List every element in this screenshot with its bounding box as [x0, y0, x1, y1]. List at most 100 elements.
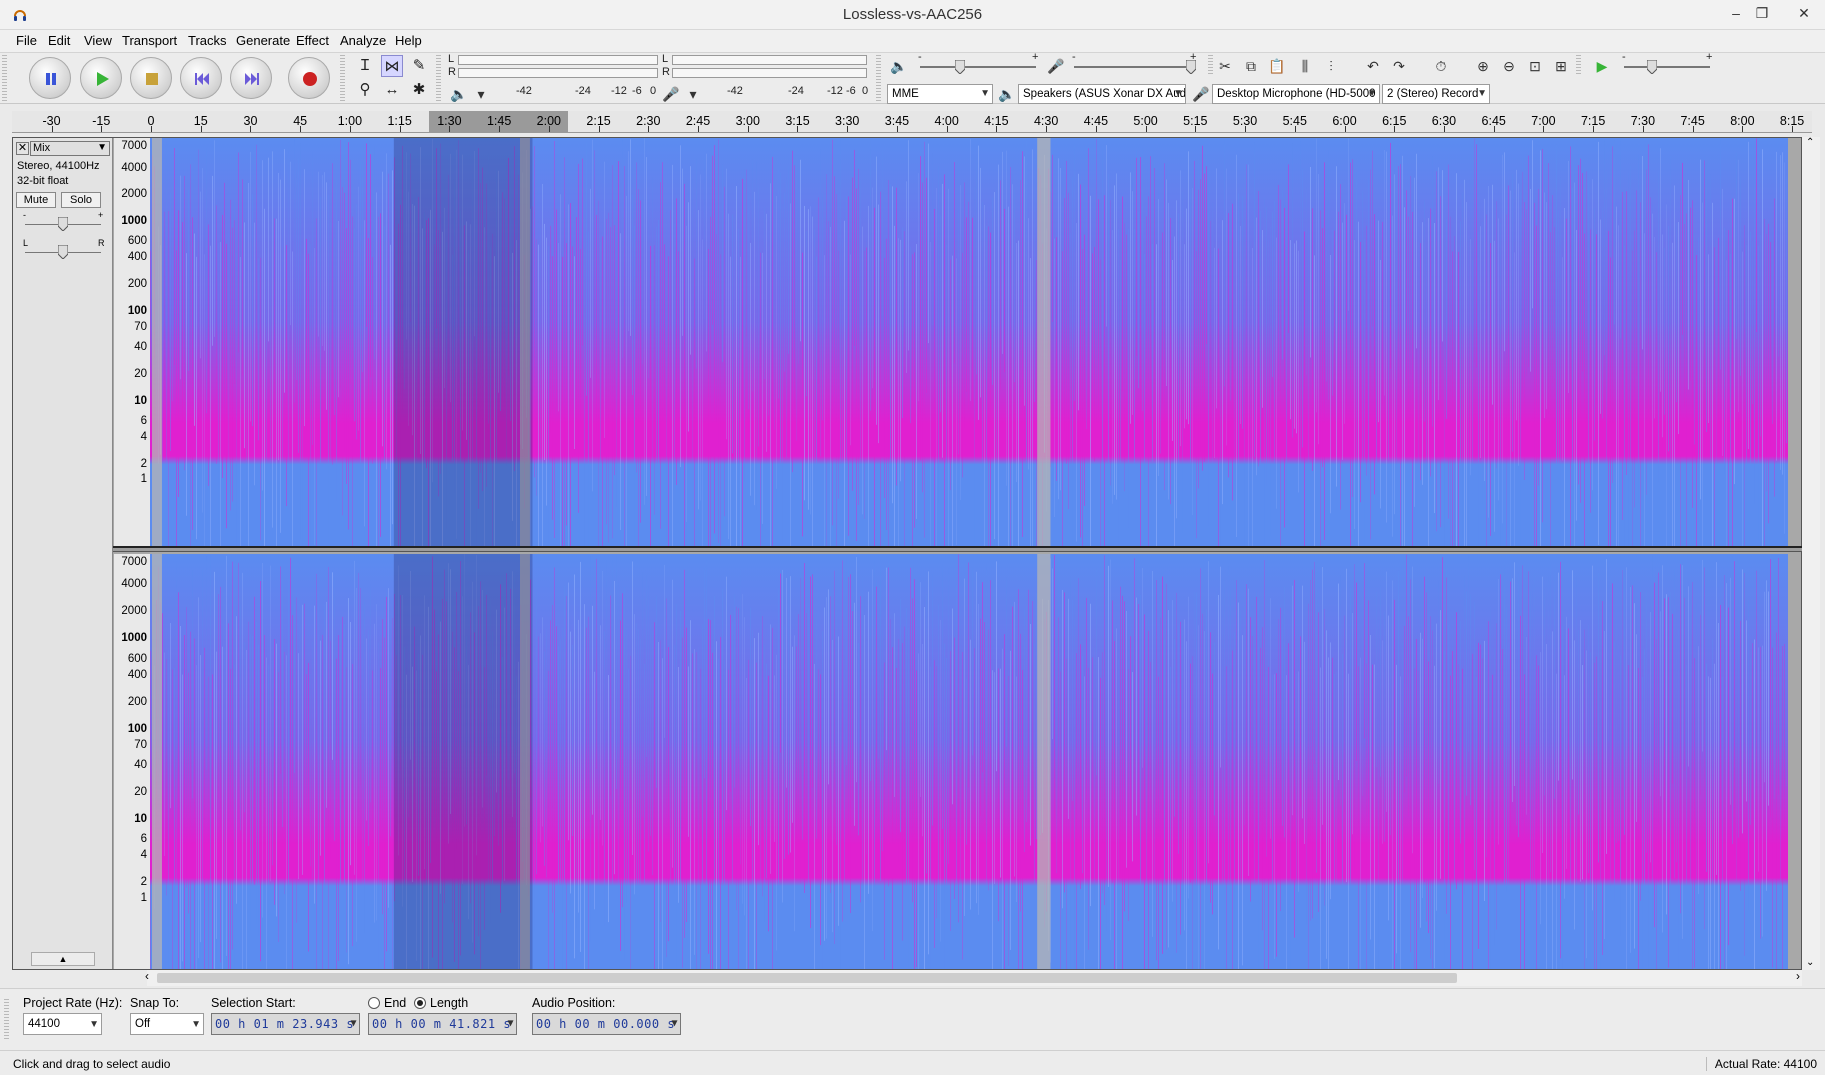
collapse-track-button[interactable]: ▲	[31, 952, 95, 966]
menu-view[interactable]: View	[84, 33, 112, 48]
trim-icon[interactable]: ⫼	[1294, 55, 1316, 77]
track-close-button[interactable]: ✕	[16, 142, 29, 155]
frequency-label: 70	[134, 321, 147, 333]
play-at-speed-icon[interactable]: ▶	[1591, 55, 1613, 77]
timeline-ruler[interactable]: -30 -15 0 15 30 45 1:00 1:15 1:30 1:45 2:00 2:15 2:3…	[12, 111, 1812, 133]
menu-edit[interactable]: Edit	[48, 33, 70, 48]
length-radio[interactable]	[414, 997, 426, 1009]
selection-tool[interactable]: Ｉ	[354, 55, 376, 77]
frequency-axis-right-channel[interactable]: 7000 4000 2000 1000 600 400 200 100 70 40 20 10 6 4 2 1	[114, 554, 150, 969]
project-rate-select[interactable]: 44100 ▼	[23, 1013, 102, 1035]
track-name-menu[interactable]: Mix ▼	[30, 141, 110, 156]
menu-file[interactable]: File	[16, 33, 37, 48]
frequency-label: 200	[127, 696, 147, 708]
record-meter-right[interactable]	[672, 68, 867, 78]
ruler-tick	[1294, 126, 1296, 132]
scroll-left-icon[interactable]: ‹	[145, 969, 149, 983]
record-button[interactable]	[288, 57, 330, 99]
menu-effect[interactable]: Effect	[296, 33, 329, 48]
fit-project-icon[interactable]: ⊞	[1550, 55, 1572, 77]
audio-position-field[interactable]: 00 h 00 m 00.000 s ▼	[532, 1013, 681, 1035]
playback-meter-left[interactable]	[458, 55, 658, 65]
vertical-scrollbar[interactable]: ⌃ ⌄	[1802, 137, 1820, 970]
spectrogram-canvas[interactable]	[150, 554, 1788, 969]
mute-button[interactable]: Mute	[16, 192, 56, 208]
microphone-icon[interactable]: 🎤	[660, 83, 682, 105]
close-button[interactable]: ✕	[1786, 2, 1822, 24]
zoom-in-icon[interactable]: ⊕	[1472, 55, 1494, 77]
selection-length-field[interactable]: 00 h 00 m 41.821 s ▼	[368, 1013, 517, 1035]
menu-transport[interactable]: Transport	[122, 33, 177, 48]
spectrogram-canvas[interactable]	[150, 138, 1788, 546]
output-volume-minus: -	[918, 51, 922, 63]
selection-start-field[interactable]: 00 h 01 m 23.943 s ▼	[211, 1013, 360, 1035]
selection-region[interactable]	[393, 554, 533, 969]
record-meter-left[interactable]	[672, 55, 867, 65]
time-shift-tool[interactable]: ↔	[381, 79, 403, 101]
undo-icon[interactable]: ↶	[1362, 55, 1384, 77]
sync-lock-icon[interactable]: ⏱	[1430, 55, 1452, 77]
selection-region[interactable]	[393, 138, 533, 546]
copy-icon[interactable]: ⧉	[1240, 55, 1262, 77]
playback-meter-tick: -12	[611, 85, 627, 97]
frequency-label: 1	[140, 473, 147, 485]
scroll-down-icon[interactable]: ⌄	[1806, 957, 1814, 968]
recording-channels-value: 2 (Stereo) Record	[1387, 88, 1479, 100]
zoom-tool[interactable]: ⚲	[354, 79, 376, 101]
spectrogram-right-channel[interactable]	[150, 554, 1788, 969]
menu-help[interactable]: Help	[395, 33, 422, 48]
snap-to-value: Off	[135, 1018, 151, 1030]
frequency-label: 4000	[121, 578, 147, 590]
zoom-out-icon[interactable]: ⊖	[1498, 55, 1520, 77]
output-volume-slider[interactable]	[920, 66, 1036, 68]
playback-meter-menu-icon[interactable]: ▾	[470, 83, 492, 105]
chevron-down-icon: ▼	[89, 1019, 99, 1030]
cut-icon[interactable]: ✂	[1214, 55, 1236, 77]
menu-generate[interactable]: Generate	[236, 33, 290, 48]
playback-device-select[interactable]: Speakers (ASUS Xonar DX Aud ▼	[1018, 84, 1186, 104]
playback-meter-right[interactable]	[458, 68, 658, 78]
play-speed-thumb[interactable]	[1647, 60, 1657, 74]
envelope-tool[interactable]: ⋈	[381, 55, 403, 77]
frequency-label: 1	[140, 892, 147, 904]
play-speed-slider[interactable]	[1624, 66, 1710, 68]
paste-icon[interactable]: 📋	[1266, 55, 1288, 77]
recording-channels-select[interactable]: 2 (Stereo) Record ▼	[1382, 84, 1490, 104]
input-volume-slider[interactable]	[1074, 66, 1192, 68]
channel-separator[interactable]	[113, 546, 1802, 552]
maximize-button[interactable]: ❐	[1744, 2, 1780, 24]
snap-to-select[interactable]: Off ▼	[130, 1013, 204, 1035]
menu-tracks[interactable]: Tracks	[188, 33, 227, 48]
multi-tool[interactable]: ✱	[408, 79, 430, 101]
fit-selection-icon[interactable]: ⊡	[1524, 55, 1546, 77]
menu-analyze[interactable]: Analyze	[340, 33, 386, 48]
silence-icon[interactable]: ⫶	[1320, 55, 1342, 77]
ruler-tick	[101, 126, 103, 132]
recording-device-select[interactable]: Desktop Microphone (HD-5000 ▼	[1212, 84, 1380, 104]
draw-tool[interactable]: ✎	[408, 55, 430, 77]
scroll-right-icon[interactable]: ›	[1796, 969, 1800, 983]
play-button[interactable]	[80, 57, 122, 99]
horizontal-scroll-thumb[interactable]	[157, 973, 1457, 983]
end-radio[interactable]	[368, 997, 380, 1009]
output-volume-thumb[interactable]	[955, 60, 965, 74]
recording-device-value: Desktop Microphone (HD-5000	[1217, 88, 1376, 100]
ruler-tick	[1394, 126, 1396, 132]
skip-to-start-button[interactable]	[180, 57, 222, 99]
gain-slider-thumb[interactable]	[58, 217, 68, 231]
speaker-icon[interactable]: 🔈	[448, 83, 470, 105]
stop-button[interactable]	[130, 57, 172, 99]
pan-slider-thumb[interactable]	[58, 245, 68, 259]
record-meter-menu-icon[interactable]: ▾	[682, 83, 704, 105]
audio-host-select[interactable]: MME ▼	[887, 84, 993, 104]
chevron-down-icon: ▼	[97, 142, 107, 153]
horizontal-scrollbar[interactable]: ‹ ›	[145, 969, 1802, 986]
solo-button[interactable]: Solo	[61, 192, 101, 208]
spectrogram-left-channel[interactable]	[150, 138, 1788, 546]
frequency-axis-left-channel[interactable]: 7000 4000 2000 1000 600 400 200 100 70 40 20 10 6 4 2 1	[114, 138, 150, 546]
track-area[interactable]: ✕ Mix ▼ Stereo, 44100Hz 32-bit float Mute…	[12, 137, 1802, 970]
skip-to-end-button[interactable]	[230, 57, 272, 99]
pause-button[interactable]	[29, 57, 71, 99]
scroll-up-icon[interactable]: ⌃	[1806, 137, 1814, 148]
redo-icon[interactable]: ↷	[1388, 55, 1410, 77]
